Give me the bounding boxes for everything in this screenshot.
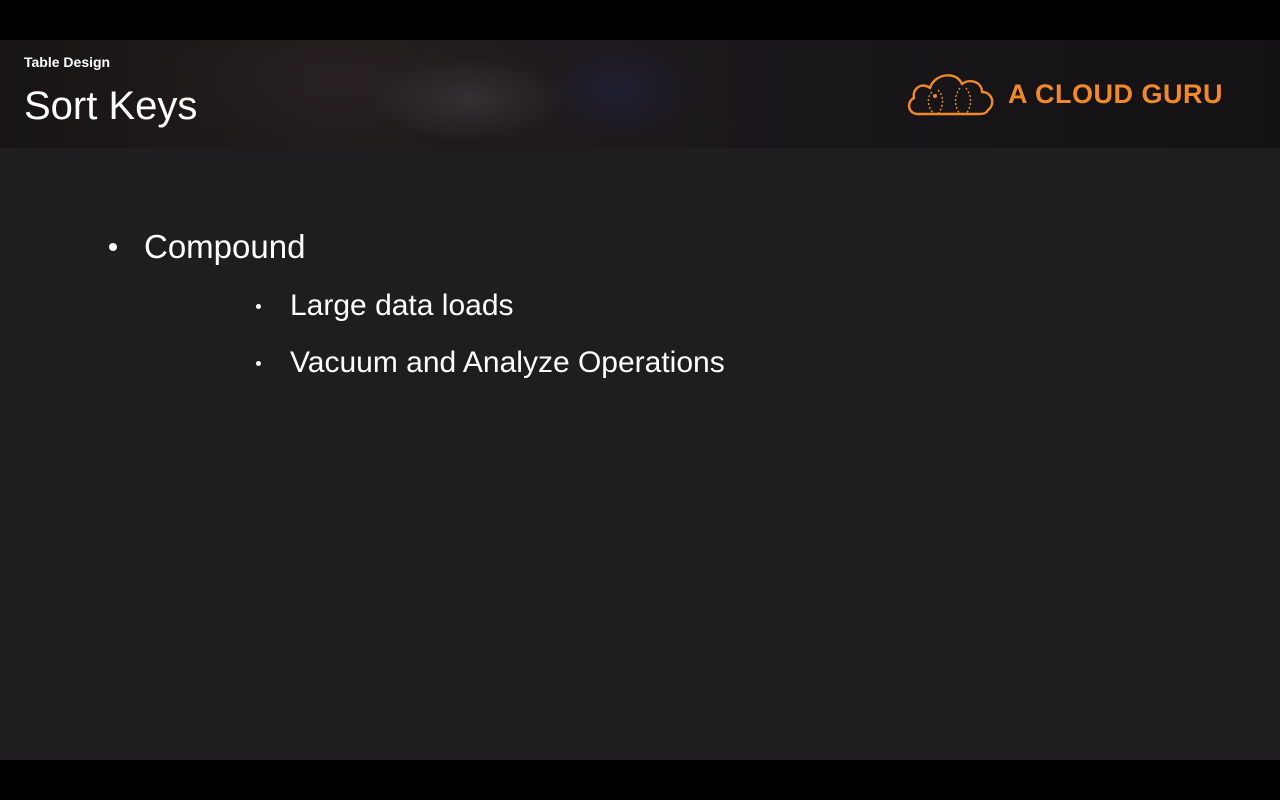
bullet-icon [109,243,117,251]
cloud-logo-icon [904,66,996,122]
letterbox-bottom [0,760,1280,800]
brand-logo: A CLOUD GURU [904,66,1223,122]
logo-text: A CLOUD GURU [1008,78,1223,109]
bullet-list: Compound Large data loads Vacuum and Ana… [0,40,1280,760]
bullet-label: Vacuum and Analyze Operations [290,346,725,379]
list-item: Vacuum and Analyze Operations [256,346,725,380]
slide: Table Design Sort Keys A CLOUD GURU Comp… [0,40,1280,760]
letterbox-top [0,0,1280,40]
page-title: Sort Keys [24,84,198,128]
bullet-icon [256,360,261,366]
bullet-icon [256,303,261,309]
bullet-label: Large data loads [290,289,514,322]
list-item: Large data loads [256,289,514,323]
bullet-label: Compound [144,228,306,265]
list-item: Compound [109,228,305,266]
section-label: Table Design [24,54,111,70]
